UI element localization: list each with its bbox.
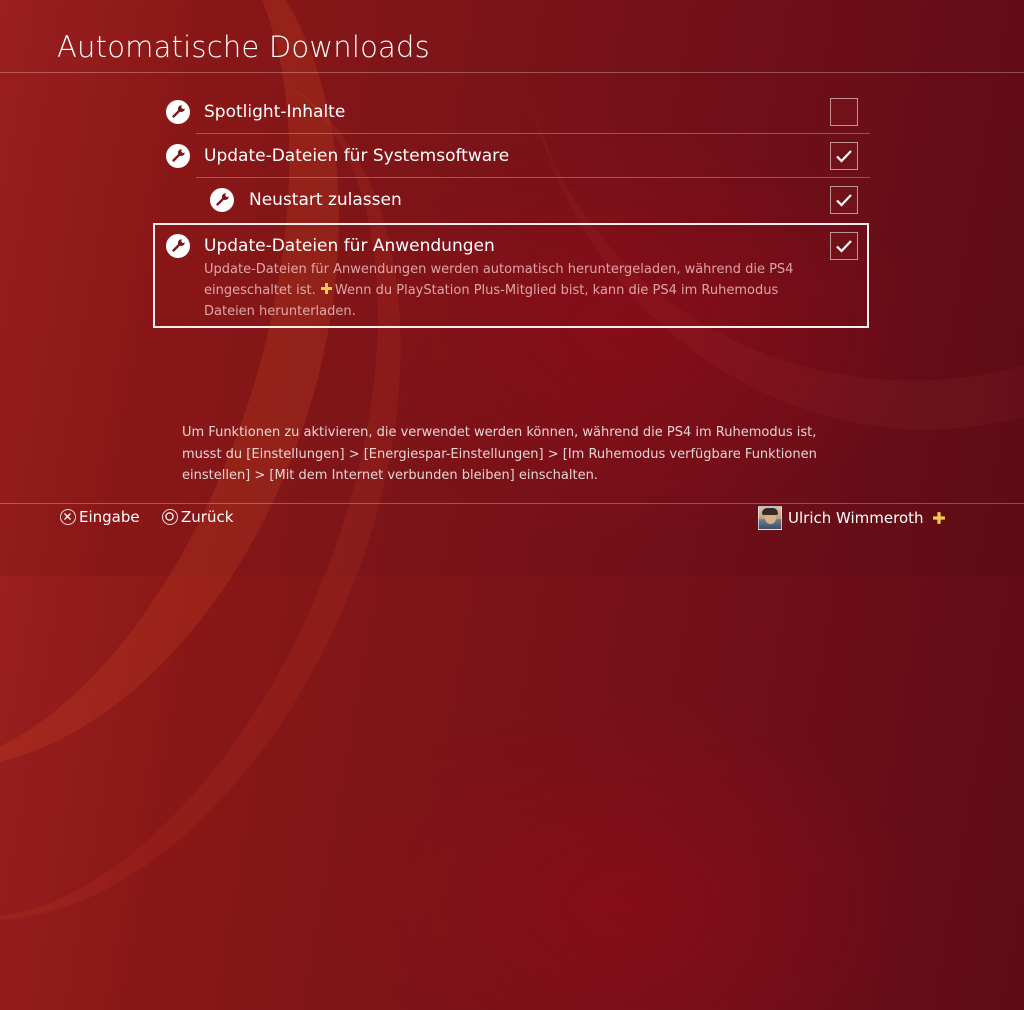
page-title: Automatische Downloads: [57, 30, 430, 64]
info-text: Um Funktionen zu aktivieren, die verwend…: [182, 425, 817, 483]
cross-button-icon: [60, 509, 76, 525]
enter-hint[interactable]: Eingabe: [60, 508, 140, 526]
header-divider: [0, 72, 1024, 73]
footer-divider: [0, 503, 1024, 504]
checkmark-icon: [836, 194, 852, 207]
wrench-icon: [210, 188, 234, 212]
avatar: [758, 506, 782, 530]
restart-checkbox[interactable]: [830, 186, 858, 214]
wrench-icon: [166, 144, 190, 168]
setting-label: Update-Dateien für Systemsoftware: [204, 146, 510, 166]
playstation-plus-icon: [932, 511, 946, 525]
back-hint[interactable]: Zurück: [162, 508, 233, 526]
setting-label: Neustart zulassen: [249, 190, 402, 210]
circle-button-icon: [162, 509, 178, 525]
setting-row-system-updates[interactable]: Update-Dateien für Systemsoftware: [160, 134, 870, 178]
user-profile[interactable]: Ulrich Wimmeroth: [758, 506, 946, 530]
system-updates-checkbox[interactable]: [830, 142, 858, 170]
back-label: Zurück: [181, 508, 234, 526]
settings-list: Spotlight-Inhalte Update-Dateien für Sys…: [153, 90, 870, 334]
setting-label: Spotlight-Inhalte: [204, 102, 346, 122]
selection-highlight: [153, 223, 869, 328]
enter-label: Eingabe: [79, 508, 140, 526]
wrench-icon: [166, 100, 190, 124]
setting-row-restart[interactable]: Neustart zulassen: [160, 178, 870, 222]
checkmark-icon: [836, 150, 852, 163]
user-name: Ulrich Wimmeroth: [788, 509, 924, 527]
setting-row-spotlight[interactable]: Spotlight-Inhalte: [160, 90, 870, 134]
spotlight-checkbox[interactable]: [830, 98, 858, 126]
